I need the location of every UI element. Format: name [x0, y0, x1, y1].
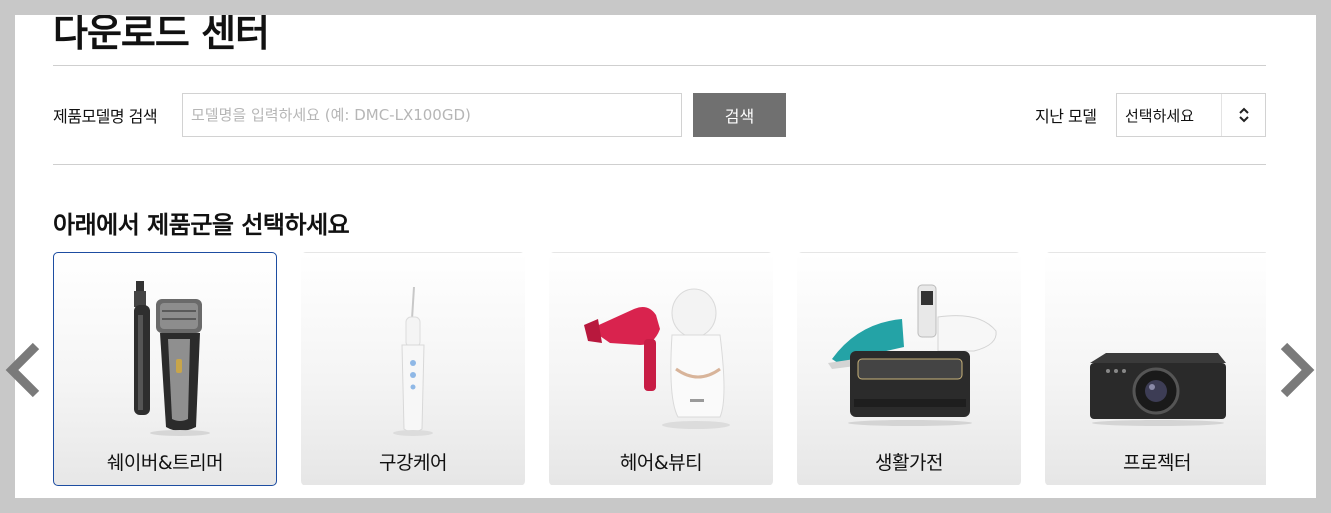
up-down-chevron-icon [1221, 94, 1265, 136]
hair-dryer-steamer-image [584, 288, 730, 429]
page-title: 다운로드 센터 [53, 15, 270, 55]
search-divider [53, 164, 1266, 165]
category-carousel: 쉐이버&트리머 구강케어 헤어&뷰티 생활가전 프로젝터 [53, 252, 1266, 488]
category-card-shaver-trimmer[interactable]: 쉐이버&트리머 [53, 252, 277, 486]
category-card-oral-care[interactable]: 구강케어 [301, 252, 525, 486]
category-card-home-appliances[interactable]: 생활가전 [797, 252, 1021, 486]
category-card-hair-beauty[interactable]: 헤어&뷰티 [549, 252, 773, 486]
category-label: 쉐이버&트리머 [106, 452, 224, 474]
past-model-select-value: 선택하세요 [1125, 106, 1195, 125]
category-label: 헤어&뷰티 [619, 452, 703, 474]
oral-irrigator-image [393, 286, 433, 436]
model-search-input[interactable] [182, 93, 682, 137]
category-label: 생활가전 [875, 452, 943, 474]
chevron-left-icon[interactable] [2, 340, 42, 400]
past-model-label: 지난 모델 [1035, 107, 1097, 126]
shaver-trimmer-image [134, 281, 210, 436]
chevron-right-icon[interactable] [1278, 340, 1318, 400]
home-appliances-image [828, 284, 997, 426]
past-model-select[interactable]: 선택하세요 [1116, 93, 1266, 137]
search-button[interactable]: 검색 [693, 93, 786, 137]
category-label: 프로젝터 [1123, 452, 1191, 474]
category-card-projector[interactable]: 프로젝터 [1045, 252, 1266, 486]
projector-image [1090, 353, 1226, 426]
model-search-label: 제품모델명 검색 [53, 107, 158, 126]
category-prompt: 아래에서 제품군을 선택하세요 [53, 211, 350, 239]
download-center-panel: 다운로드 센터 제품모델명 검색 검색 지난 모델 선택하세요 아래에서 제품군… [15, 15, 1316, 498]
category-label: 구강케어 [379, 452, 447, 474]
title-divider [53, 65, 1266, 66]
